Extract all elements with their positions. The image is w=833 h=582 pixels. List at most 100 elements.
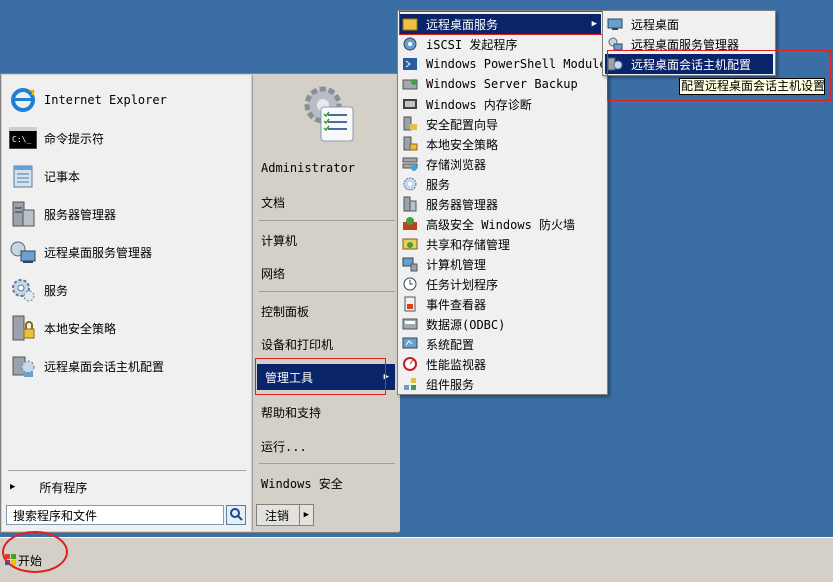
triangle-right-icon: ▶ — [10, 482, 16, 492]
admin-tools-item-label: 计算机管理 — [426, 257, 487, 272]
tooltip: 配置远程桌面会话主机设置 — [679, 78, 825, 95]
admin-tools-item-computer-management[interactable]: 计算机管理 — [400, 254, 603, 274]
admin-tools-item-powershell[interactable]: Windows PowerShell Modules — [400, 54, 614, 74]
computer-link[interactable]: 计算机 — [261, 227, 391, 253]
pinned-item-local-security-policy[interactable]: 本地安全策略 — [8, 311, 246, 345]
admin-tools-item-iscsi[interactable]: iSCSI 发起程序 — [400, 34, 603, 54]
pinned-item-label: 服务器管理器 — [44, 207, 117, 222]
firewall-icon — [402, 216, 418, 232]
pinned-item-rd-session-host-config[interactable]: 远程桌面会话主机配置 — [8, 349, 246, 383]
admin-tools-item-storage-explorer[interactable]: 存储浏览器 — [400, 154, 603, 174]
documents-link[interactable]: 文档 — [261, 189, 391, 215]
logoff-button[interactable]: 注销 ▶ — [256, 504, 314, 526]
computer-management-icon — [402, 256, 418, 272]
admin-tools-item-component-services[interactable]: 组件服务 — [400, 374, 603, 394]
admin-tools-item-label: 系统配置 — [426, 337, 475, 352]
server-manager-icon — [8, 199, 38, 229]
separator — [8, 470, 246, 471]
pinned-item-label: 本地安全策略 — [44, 321, 117, 336]
notepad-icon — [8, 161, 38, 191]
pinned-item-services[interactable]: 服务 — [8, 273, 246, 307]
all-programs-label: 所有程序 — [39, 480, 88, 495]
pinned-item-label: Internet Explorer — [44, 93, 167, 107]
control-panel-link[interactable]: 控制面板 — [261, 298, 391, 324]
separator — [259, 220, 395, 221]
annotation-circle-start — [2, 531, 68, 573]
admin-tools-item-label: Windows PowerShell Modules — [426, 57, 614, 71]
admin-tools-item-performance-monitor[interactable]: 性能监视器 — [400, 354, 603, 374]
server-manager-icon — [402, 196, 418, 212]
admin-tools-item-memory-diagnostic[interactable]: Windows 内存诊断 — [400, 94, 603, 114]
admin-tools-item-event-viewer[interactable]: 事件查看器 — [400, 294, 603, 314]
pinned-item-command-prompt[interactable]: C:\_ 命令提示符 — [8, 121, 246, 155]
admin-tools-item-task-scheduler[interactable]: 任务计划程序 — [400, 274, 603, 294]
local-security-policy-icon — [402, 136, 418, 152]
logoff-label: 注销 — [265, 508, 290, 523]
pinned-item-notepad[interactable]: 记事本 — [8, 159, 246, 193]
admin-tools-item-services[interactable]: 服务 — [400, 174, 603, 194]
admin-tools-item-security-wizard[interactable]: 安全配置向导 — [400, 114, 603, 134]
devices-printers-link[interactable]: 设备和打印机 — [261, 331, 391, 357]
user-name[interactable]: Administrator — [261, 155, 391, 181]
services-icon — [8, 275, 38, 305]
performance-monitor-icon — [402, 356, 418, 372]
run-link[interactable]: 运行... — [261, 433, 391, 459]
pinned-item-label: 远程桌面服务管理器 — [44, 245, 153, 260]
remote-desktop-manager-icon — [8, 237, 38, 267]
help-support-link[interactable]: 帮助和支持 — [261, 399, 391, 425]
admin-tools-item-label: 组件服务 — [426, 377, 475, 392]
admin-tools-item-backup[interactable]: Windows Server Backup — [400, 74, 603, 94]
pinned-item-label: 命令提示符 — [44, 131, 105, 146]
pinned-item-server-manager[interactable]: 服务器管理器 — [8, 197, 246, 231]
security-wizard-icon — [402, 116, 418, 132]
admin-tools-item-label: 安全配置向导 — [426, 117, 499, 132]
system-config-icon — [402, 336, 418, 352]
windows-security-link[interactable]: Windows 安全 — [261, 470, 391, 496]
remote-desktop-icon — [607, 16, 623, 32]
all-programs-button[interactable]: ▶ 所有程序 — [8, 476, 246, 498]
admin-tools-item-local-security-policy[interactable]: 本地安全策略 — [400, 134, 603, 154]
admin-tools-item-label: 存储浏览器 — [426, 157, 487, 172]
event-viewer-icon — [402, 296, 418, 312]
admin-tools-item-label: 高级安全 Windows 防火墙 — [426, 217, 576, 232]
search-input[interactable]: 搜索程序和文件 — [6, 505, 224, 525]
pinned-item-label: 服务 — [44, 283, 69, 298]
svg-text:C:\_: C:\_ — [12, 135, 31, 144]
start-menu-right-pane: Administrator 文档 计算机 网络 控制面板 设备和打印机 管理工具… — [252, 75, 400, 531]
admin-tools-menu: 远程桌面服务 ▶ iSCSI 发起程序 Windows PowerShell Modu… — [397, 10, 614, 395]
pinned-item-label: 远程桌面会话主机配置 — [44, 359, 165, 374]
admin-tools-item-label: 共享和存储管理 — [426, 237, 511, 252]
pinned-item-internet-explorer[interactable]: Internet Explorer — [8, 83, 246, 117]
admin-tools-item-label: iSCSI 发起程序 — [426, 37, 518, 52]
admin-tools-item-system-config[interactable]: 系统配置 — [400, 334, 603, 354]
annotation-box-admin-tools — [255, 358, 386, 395]
separator — [259, 463, 395, 464]
memory-diagnostic-icon — [402, 96, 418, 112]
task-scheduler-icon — [402, 276, 418, 292]
search-button[interactable] — [226, 505, 246, 525]
admin-tools-item-odbc[interactable]: 数据源(ODBC) — [400, 314, 603, 334]
iscsi-icon — [402, 36, 418, 52]
storage-explorer-icon — [402, 156, 418, 172]
admin-tools-item-share-storage[interactable]: 共享和存储管理 — [400, 234, 603, 254]
logoff-options-arrow-icon[interactable]: ▶ — [298, 505, 313, 525]
admin-tools-item-firewall[interactable]: 高级安全 Windows 防火墙 — [400, 214, 603, 234]
admin-tools-item-server-manager[interactable]: 服务器管理器 — [400, 194, 603, 214]
admin-tools-item-label: 任务计划程序 — [426, 277, 499, 292]
admin-tools-item-label: Windows 内存诊断 — [426, 97, 532, 112]
start-menu: Internet Explorer C:\_ 命令提示符 记事本 服务器管理器 … — [0, 73, 400, 533]
user-picture-icon — [297, 81, 359, 143]
pinned-item-remote-desktop-manager[interactable]: 远程桌面服务管理器 — [8, 235, 246, 269]
command-prompt-icon: C:\_ — [8, 123, 38, 153]
network-link[interactable]: 网络 — [261, 260, 391, 286]
admin-tools-item-label: Windows Server Backup — [426, 77, 578, 91]
taskbar — [0, 537, 833, 582]
search-placeholder: 搜索程序和文件 — [13, 509, 98, 523]
remote-desktop-menu-item-remote-desktop[interactable]: 远程桌面 — [605, 14, 773, 34]
admin-tools-item-label: 性能监视器 — [426, 357, 487, 372]
internet-explorer-icon — [8, 85, 38, 115]
powershell-icon — [402, 56, 418, 72]
start-menu-programs-pane: Internet Explorer C:\_ 命令提示符 记事本 服务器管理器 … — [2, 75, 251, 531]
admin-tools-item-label: 数据源(ODBC) — [426, 317, 506, 332]
admin-tools-item-label: 服务器管理器 — [426, 197, 499, 212]
